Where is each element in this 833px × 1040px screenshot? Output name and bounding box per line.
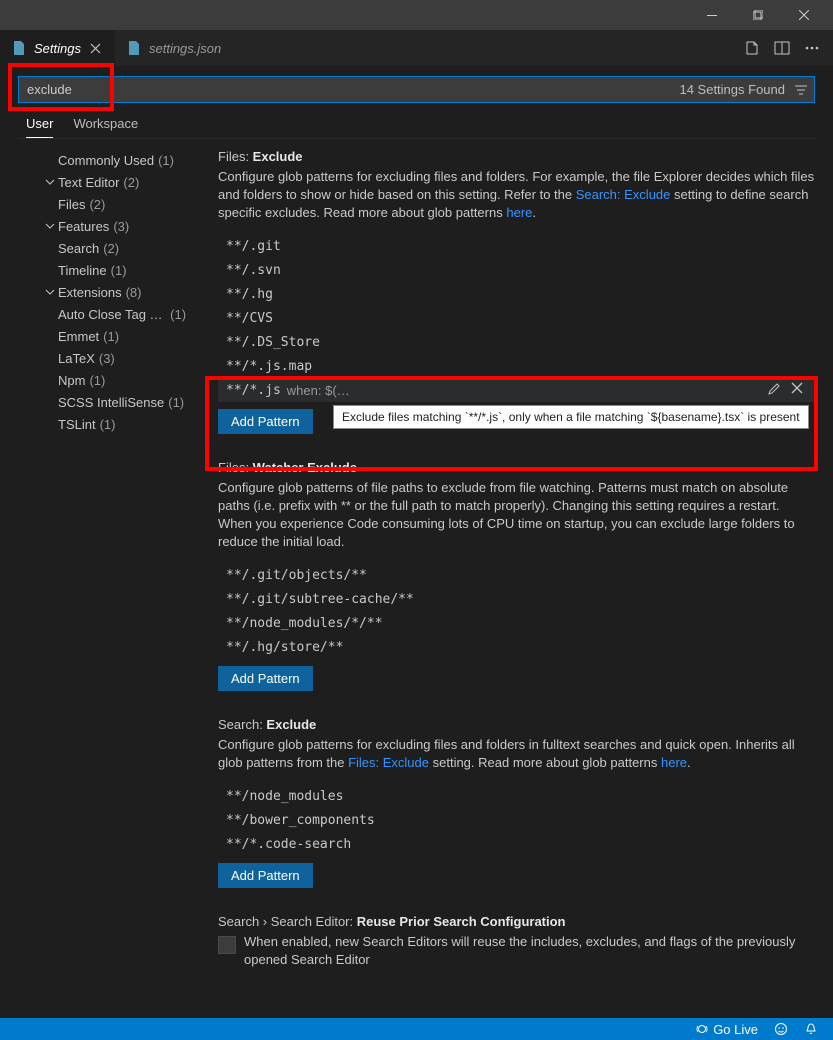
filter-icon[interactable] (793, 82, 809, 98)
toc-latex[interactable]: LaTeX(3) (10, 347, 200, 369)
tab-settings[interactable]: Settings (0, 30, 115, 66)
chevron-down-icon (42, 177, 58, 187)
setting-watcher-exclude: Files: Watcher Exclude Configure glob pa… (218, 460, 815, 691)
pattern-list: **/node_modules **/bower_components **/*… (218, 784, 815, 856)
maximize-button[interactable] (735, 0, 781, 30)
settings-content[interactable]: Files: Exclude Configure glob patterns f… (200, 139, 833, 990)
chevron-down-icon (42, 287, 58, 297)
toc-files[interactable]: Files(2) (10, 193, 200, 215)
add-pattern-button[interactable]: Add Pattern (218, 409, 313, 434)
pattern-item[interactable]: **/.git/subtree-cache/** (218, 587, 815, 611)
pattern-list: **/.git/objects/** **/.git/subtree-cache… (218, 563, 815, 659)
link-here[interactable]: here (506, 205, 532, 220)
pattern-item[interactable]: **/.hg (218, 282, 815, 306)
toc-scss[interactable]: SCSS IntelliSense(1) (10, 391, 200, 413)
toc-emmet[interactable]: Emmet(1) (10, 325, 200, 347)
pattern-item[interactable]: **/bower_components (218, 808, 815, 832)
settings-file-icon (11, 40, 27, 56)
setting-search-exclude: Search: Exclude Configure glob patterns … (218, 717, 815, 888)
pattern-item[interactable]: **/node_modules (218, 784, 815, 808)
setting-description: Configure glob patterns of file paths to… (218, 479, 815, 551)
setting-description: Configure glob patterns for excluding fi… (218, 168, 815, 222)
more-actions-icon[interactable] (801, 37, 823, 59)
setting-search-editor-reuse: Search › Search Editor: Reuse Prior Sear… (218, 914, 815, 969)
setting-category: Files: (218, 460, 253, 475)
setting-files-exclude: Files: Exclude Configure glob patterns f… (218, 149, 815, 434)
link-files-exclude[interactable]: Files: Exclude (348, 755, 429, 770)
scope-tab-user[interactable]: User (26, 116, 53, 138)
toc-npm[interactable]: Npm(1) (10, 369, 200, 391)
edit-icon[interactable] (767, 382, 783, 398)
search-result-count: 14 Settings Found (679, 82, 785, 97)
toc-autoclose[interactable]: Auto Close Tag … (1) (10, 303, 200, 325)
setting-category: Search › Search Editor: (218, 914, 357, 929)
tab-label: settings.json (149, 41, 221, 56)
pattern-item[interactable]: **/CVS (218, 306, 815, 330)
link-here[interactable]: here (661, 755, 687, 770)
toc-commonly-used[interactable]: Commonly Used(1) (10, 149, 200, 171)
scope-tabs: User Workspace (18, 116, 815, 138)
toc-features[interactable]: Features(3) (10, 215, 200, 237)
titlebar (0, 0, 833, 30)
checkbox[interactable] (218, 936, 236, 954)
pattern-item-hover[interactable]: **/*.jswhen: $(… (218, 378, 815, 402)
pattern-item[interactable]: **/.hg/store/** (218, 635, 815, 659)
pattern-item[interactable]: **/node_modules/*/** (218, 611, 815, 635)
toc-search[interactable]: Search(2) (10, 237, 200, 259)
toc-extensions[interactable]: Extensions(8) (10, 281, 200, 303)
link-search-exclude[interactable]: Search: Exclude (576, 187, 671, 202)
scope-tab-workspace[interactable]: Workspace (73, 116, 138, 138)
close-icon[interactable] (88, 40, 104, 56)
setting-name: Reuse Prior Search Configuration (357, 914, 566, 929)
tab-label: Settings (34, 41, 81, 56)
close-icon[interactable] (791, 382, 807, 398)
status-feedback-icon[interactable] (769, 1018, 793, 1040)
toc-timeline[interactable]: Timeline(1) (10, 259, 200, 281)
setting-category: Files: (218, 149, 253, 164)
tab-settings-json[interactable]: settings.json (115, 30, 232, 66)
status-bar: Go Live (0, 1018, 833, 1040)
add-pattern-button[interactable]: Add Pattern (218, 666, 313, 691)
close-window-button[interactable] (781, 0, 827, 30)
pattern-item[interactable]: **/.DS_Store (218, 330, 815, 354)
status-go-live[interactable]: Go Live (690, 1018, 763, 1040)
toc-tslint[interactable]: TSLint(1) (10, 413, 200, 435)
toc-text-editor[interactable]: Text Editor(2) (10, 171, 200, 193)
status-bell-icon[interactable] (799, 1018, 823, 1040)
json-file-icon (126, 40, 142, 56)
chevron-down-icon (42, 221, 58, 231)
minimize-button[interactable] (689, 0, 735, 30)
add-pattern-button[interactable]: Add Pattern (218, 863, 313, 888)
setting-name: Exclude (253, 149, 303, 164)
setting-description: When enabled, new Search Editors will re… (244, 933, 815, 969)
setting-name: Exclude (266, 717, 316, 732)
setting-category: Search: (218, 717, 266, 732)
split-editor-icon[interactable] (771, 37, 793, 59)
pattern-item[interactable]: **/.git (218, 234, 815, 258)
pattern-list: **/.git **/.svn **/.hg **/CVS **/.DS_Sto… (218, 234, 815, 402)
pattern-item[interactable]: **/.git/objects/** (218, 563, 815, 587)
setting-name: Watcher Exclude (253, 460, 357, 475)
pattern-tooltip: Exclude files matching `**/*.js`, only w… (333, 405, 809, 429)
open-settings-json-icon[interactable] (741, 37, 763, 59)
pattern-item[interactable]: **/*.code-search (218, 832, 815, 856)
tab-bar: Settings settings.json (0, 30, 833, 66)
setting-description: Configure glob patterns for excluding fi… (218, 736, 815, 772)
pattern-item[interactable]: **/.svn (218, 258, 815, 282)
pattern-item[interactable]: **/*.js.map (218, 354, 815, 378)
settings-toc: Commonly Used(1) Text Editor(2) Files(2)… (0, 139, 200, 990)
